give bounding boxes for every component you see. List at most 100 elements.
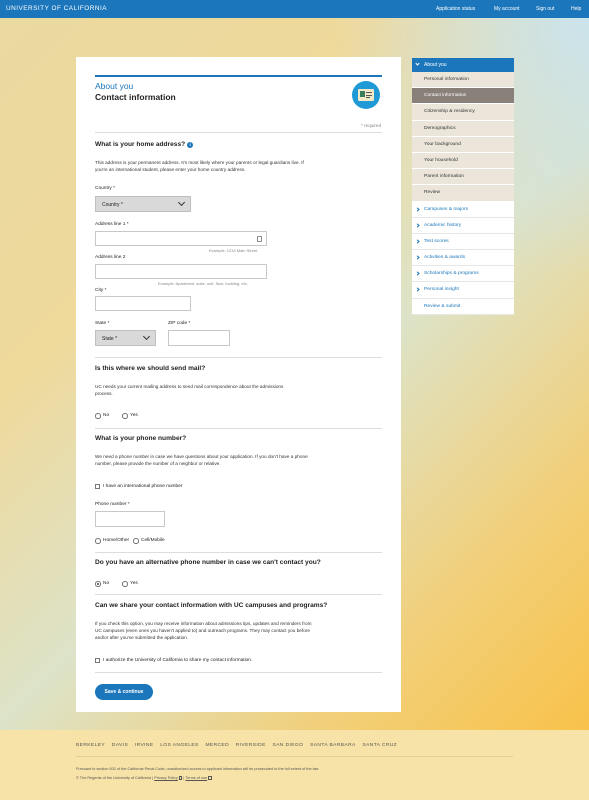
chevron-right-icon <box>415 271 420 276</box>
sidebar-item-contact-information[interactable]: Contact information <box>412 88 514 105</box>
campus-los-angeles[interactable]: LOS ANGELES <box>160 743 198 748</box>
address1-input[interactable] <box>95 231 267 246</box>
sidebar-section-about-you[interactable]: About you <box>412 58 514 72</box>
info-icon[interactable]: i <box>187 141 194 148</box>
alt-phone-yes-radio[interactable] <box>122 581 128 587</box>
phone-description: We need a phone number in case we have q… <box>95 454 308 467</box>
campus-santa-barbara[interactable]: SANTA BARBARA <box>310 743 356 748</box>
sidebar-item-scholarships[interactable]: Scholarships & programs <box>412 266 514 283</box>
sidebar-item-parent-information[interactable]: Parent information <box>412 169 514 186</box>
campus-san-diego[interactable]: SAN DIEGO <box>273 743 304 748</box>
divider <box>95 552 382 553</box>
campus-davis[interactable]: DAVIS <box>112 743 128 748</box>
mailing-yes-radio[interactable] <box>122 413 128 419</box>
address2-input[interactable] <box>95 264 267 279</box>
campus-santa-cruz[interactable]: SANTA CRUZ <box>362 743 397 748</box>
legal-notice: Pursuant to section 502 of the Californi… <box>76 767 320 771</box>
sidebar-item-academic-history[interactable]: Academic history <box>412 217 514 234</box>
chevron-right-icon <box>415 287 420 293</box>
chevron-down-icon <box>415 61 420 66</box>
city-label: City * <box>95 288 107 293</box>
sidebar-item-personal-insight[interactable]: Personal insight <box>412 282 514 299</box>
sidebar-item-household[interactable]: Your household <box>412 152 514 170</box>
chevron-down-icon <box>177 198 186 207</box>
divider <box>95 357 382 358</box>
section-title: About you <box>95 81 134 91</box>
form-card: About you Contact information * required… <box>76 57 401 712</box>
brand-logo-text[interactable]: UNIVERSITY OF CALIFORNIA <box>6 5 107 12</box>
nav-application-status[interactable]: Application status <box>436 6 475 12</box>
international-phone-label: I have an international phone number <box>103 484 183 489</box>
share-authorize-checkbox[interactable] <box>95 658 100 663</box>
required-note: * required <box>361 123 381 128</box>
zip-label: ZIP code * <box>168 321 191 326</box>
campus-links: BERKELEY DAVIS IRVINE LOS ANGELES MERCED… <box>76 743 402 748</box>
progress-sidebar: About you Personal information Contact i… <box>412 58 514 315</box>
share-description: If you check this option, you may receiv… <box>95 621 312 641</box>
nav-help[interactable]: Help <box>571 6 581 12</box>
sidebar-item-personal-information[interactable]: Personal information <box>412 72 514 89</box>
city-input[interactable] <box>95 296 191 311</box>
divider <box>95 594 382 595</box>
mailing-no-label: No <box>103 413 110 418</box>
phone-home-radio[interactable] <box>95 538 101 544</box>
page-title: Contact information <box>95 92 176 102</box>
mailing-question: Is this where we should send mail? <box>95 365 206 372</box>
home-address-description: This address is your permanent address. … <box>95 160 304 173</box>
international-phone-checkbox[interactable] <box>95 484 100 489</box>
sidebar-item-activities-awards[interactable]: Activities & awards <box>412 250 514 267</box>
footer: BERKELEY DAVIS IRVINE LOS ANGELES MERCED… <box>0 730 589 800</box>
divider <box>95 132 382 133</box>
state-select[interactable]: State * <box>95 330 156 346</box>
alt-phone-yes-label: Yes <box>130 581 138 586</box>
phone-number-input[interactable] <box>95 511 165 527</box>
address1-example: Example: 1234 Main Street <box>209 248 258 253</box>
alt-phone-no-label: No <box>103 581 110 586</box>
sidebar-item-demographics[interactable]: Demographics <box>412 120 514 137</box>
home-address-question: What is your home address? i <box>95 141 194 148</box>
external-link-icon <box>178 776 183 780</box>
phone-question: What is your phone number? <box>95 435 187 442</box>
nav-sign-out[interactable]: Sign out <box>536 6 554 12</box>
address-book-icon <box>257 236 262 242</box>
address2-label: Address line 2 <box>95 255 126 260</box>
divider <box>95 428 382 429</box>
alt-phone-question: Do you have an alternative phone number … <box>95 559 321 566</box>
footer-divider <box>76 756 513 757</box>
alt-phone-no-radio[interactable] <box>95 581 101 587</box>
country-label: Country * <box>95 186 115 191</box>
sidebar-item-background[interactable]: Your background <box>412 136 514 153</box>
phone-cell-radio[interactable] <box>133 538 139 544</box>
zip-input[interactable] <box>168 330 230 346</box>
address1-label: Address line 1 * <box>95 222 129 227</box>
sidebar-item-test-scores[interactable]: Test scores <box>412 233 514 251</box>
privacy-policy-link[interactable]: Privacy Policy <box>154 776 178 780</box>
save-continue-button[interactable]: Save & continue <box>95 684 153 700</box>
country-select[interactable]: Country * <box>95 196 191 212</box>
chevron-down-icon <box>142 332 151 341</box>
mailing-yes-label: Yes <box>130 413 138 418</box>
phone-number-label: Phone number * <box>95 502 130 507</box>
divider <box>95 672 382 673</box>
mailing-no-radio[interactable] <box>95 413 101 419</box>
chevron-right-icon <box>415 206 420 212</box>
top-bar: UNIVERSITY OF CALIFORNIA Application sta… <box>0 0 589 18</box>
sidebar-item-review-submit[interactable]: Review & submit <box>412 298 514 315</box>
address2-example: Example: Apartment, suite, unit, floor, … <box>158 281 248 286</box>
campus-berkeley[interactable]: BERKELEY <box>76 743 105 748</box>
external-link-icon <box>208 776 212 780</box>
share-question: Can we share your contact information wi… <box>95 602 328 609</box>
campus-riverside[interactable]: RIVERSIDE <box>236 743 266 748</box>
phone-home-label: Home/Other <box>103 538 130 543</box>
nav-my-account[interactable]: My account <box>494 6 520 12</box>
sidebar-item-review[interactable]: Review <box>412 185 514 202</box>
campus-merced[interactable]: MERCED <box>205 743 229 748</box>
sidebar-item-citizenship[interactable]: Citizenship & residency <box>412 104 514 121</box>
sidebar-item-campuses-majors[interactable]: Campuses & majors <box>412 201 514 218</box>
campus-irvine[interactable]: IRVINE <box>135 743 154 748</box>
state-label: State * <box>95 321 110 326</box>
share-authorize-label: I authorize the University of California… <box>103 658 253 663</box>
terms-of-use-link[interactable]: Terms of use <box>185 776 207 780</box>
copyright-line: © The Regents of the University of Calif… <box>76 776 212 780</box>
contact-card-icon <box>352 81 380 109</box>
